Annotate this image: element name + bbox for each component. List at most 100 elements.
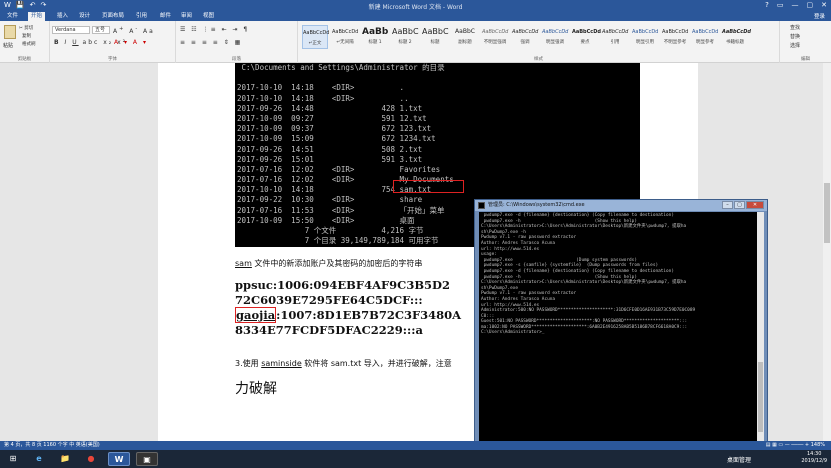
paragraph-sam-description: sam 文件中的新添加账户及其密码的加密后的字符串: [235, 258, 422, 269]
chrome-icon[interactable]: ●: [82, 452, 100, 466]
font-name-field[interactable]: Verdana: [52, 26, 90, 34]
cmd-listing-line: 2017-07-16 12:02 <DIR> Favorites: [237, 164, 441, 174]
step3-suffix: 软件将 sam.txt 导入，并进行破解，注意: [301, 359, 452, 368]
gaojia-hash-rest: :1007:8D1EB7B72C3F3480A: [276, 308, 462, 322]
styles-group-label: 样式: [534, 57, 543, 62]
tab-insert[interactable]: 插入: [54, 12, 71, 21]
tab-layout[interactable]: 页面布局: [99, 12, 127, 21]
style-intense-reference[interactable]: AaBbCcDd 明显参考: [692, 25, 718, 49]
style-book-title[interactable]: AaBbCcDd 书籍标题: [722, 25, 751, 49]
hash-line-2: 72C6039E7295FE64C5DCF:::: [235, 293, 423, 307]
saminside-link: saminside: [261, 359, 302, 368]
cmd-listing-line: 2017-10-09 09:27 591 12.txt: [237, 113, 427, 123]
font-size-buttons[interactable]: A+ A- Aa: [113, 26, 155, 35]
cmd-listing-line: 2017-09-26 14:48 428 1.txt: [237, 103, 423, 113]
style-emphasis[interactable]: AaBbCcDd 强调: [512, 25, 538, 49]
ie-icon[interactable]: e: [30, 452, 48, 466]
styles-group: AaBbCcDd ↵正文 AaBbCcDd ↵无间隔 AaBb 标题 1 AaBbC 标…: [298, 21, 780, 63]
font-size-field[interactable]: 五号: [92, 26, 110, 34]
start-button[interactable]: ⊞: [4, 452, 22, 466]
word-taskbar-icon[interactable]: W: [108, 452, 130, 466]
style-subtle-reference[interactable]: AaBbCcDd 不明显参考: [662, 25, 688, 49]
list-buttons[interactable]: ☰ ☷ ⋮≡ ⇤ ⇥ ¶: [180, 26, 249, 33]
style-title[interactable]: AaBbC 标题: [422, 25, 449, 49]
cut-button[interactable]: ✂ 剪切: [19, 25, 33, 31]
hash-block: ppsuc:1006:094EBF4AF9C3B5D2 72C6039E7295…: [235, 278, 461, 338]
zoom-controls[interactable]: ▤ ▦ ▭ — ──── + 148%: [766, 441, 825, 450]
maximize-button[interactable]: ▢: [807, 1, 814, 9]
help-button[interactable]: ?: [765, 1, 769, 9]
cmd-output-line: C:\Users\Administrator>_: [481, 330, 545, 336]
tab-view[interactable]: 视图: [200, 12, 217, 21]
window-title: 新建 Microsoft Word 文档 - Word: [368, 4, 463, 11]
style-normal[interactable]: AaBbCcDd ↵正文: [302, 25, 329, 49]
cmd-listing-line: 2017-09-26 14:51 508 2.txt: [237, 144, 423, 154]
tab-references[interactable]: 引用: [133, 12, 150, 21]
cmd-minimize-button[interactable]: –: [722, 201, 733, 209]
close-button[interactable]: ✕: [821, 1, 827, 9]
style-intense-quote[interactable]: AaBbCcDd 明显引用: [632, 25, 658, 49]
hash-line-1: ppsuc:1006:094EBF4AF9C3B5D2: [235, 278, 451, 292]
cmd-maximize-button[interactable]: ▢: [734, 201, 745, 209]
cmd-window-controls: – ▢ ✕: [722, 201, 764, 209]
font-group-label: 字体: [108, 57, 117, 62]
minimize-button[interactable]: —: [792, 1, 799, 9]
find-button[interactable]: 查找: [790, 24, 800, 31]
cmd-output[interactable]: pwdump7.exe -d {filename} {destionation}…: [479, 212, 757, 441]
tab-file[interactable]: 文件: [4, 12, 22, 21]
clock[interactable]: 14:30 2019/12/9: [801, 451, 827, 465]
select-button[interactable]: 选择: [790, 42, 800, 49]
tab-design[interactable]: 设计: [76, 12, 93, 21]
style-heading1[interactable]: AaBb 标题 1: [362, 25, 388, 49]
clipboard-group-label: 剪贴板: [17, 57, 32, 62]
paragraph-group: ☰ ☷ ⋮≡ ⇤ ⇥ ¶ ≡ ≡ ≡ ≡ ⇕ ▦ 段落: [176, 21, 298, 63]
replace-button[interactable]: 替换: [790, 33, 800, 40]
sam-word: sam: [235, 259, 252, 268]
tab-mailings[interactable]: 邮件: [157, 12, 174, 21]
cmd-scrollbar-thumb[interactable]: [758, 362, 763, 432]
window-controls: ? ▭ — ▢ ✕: [765, 1, 827, 9]
gaojia-highlight: gaojia: [235, 307, 277, 323]
word-window: W 💾 ↶ ↷ 新建 Microsoft Word 文档 - Word ? ▭ …: [0, 0, 831, 468]
tab-review[interactable]: 审阅: [178, 12, 195, 21]
clock-time: 14:30: [806, 451, 822, 457]
cmd-listing-line: 2017-10-09 15:09 672 1234.txt: [237, 134, 436, 144]
paste-icon[interactable]: [4, 25, 16, 39]
style-quote[interactable]: AaBbCcDd 引用: [602, 25, 628, 49]
cmd-window[interactable]: 管理员: C:\Windows\system32\cmd.exe – ▢ ✕ p…: [474, 199, 768, 445]
ribbon: 粘贴 ✂ 剪切 复制 格式刷 剪贴板 Verdana 五号 A+ A- Aa B…: [0, 21, 831, 63]
align-buttons[interactable]: ≡ ≡ ≡ ≡ ⇕ ▦: [180, 39, 242, 46]
style-no-spacing[interactable]: AaBbCcDd ↵无间隔: [332, 25, 358, 49]
cmd-listing-line: 2017-10-09 09:37 672 123.txt: [237, 124, 432, 134]
paste-button[interactable]: 粘贴: [3, 42, 13, 49]
format-painter-button[interactable]: 格式刷: [22, 41, 36, 47]
copy-button[interactable]: 复制: [22, 33, 31, 39]
style-intense-emphasis[interactable]: AaBbCcDd 明显强调: [542, 25, 568, 49]
cmd-close-button[interactable]: ✕: [746, 201, 764, 209]
step3-prefix: 3.使用: [235, 359, 262, 368]
editing-group: 查找 替换 选择 编辑: [780, 21, 831, 63]
cmd-icon: [478, 202, 485, 209]
status-bar: 第 4 页，共 8 页 1160 个字 中 英语(美国) ▤ ▦ ▭ — ───…: [0, 441, 831, 450]
hash-line-3: gaojia:1007:8D1EB7B72C3F3480A: [235, 307, 462, 323]
cmd-listing-line: 2017-10-10 14:18 <DIR> ..: [237, 93, 409, 103]
paragraph-group-label: 段落: [232, 57, 241, 62]
explorer-icon[interactable]: 📁: [56, 452, 74, 466]
style-heading2[interactable]: AaBbC 标题 2: [392, 25, 419, 49]
cmd-taskbar-icon[interactable]: ▣: [136, 452, 158, 466]
vertical-scrollbar[interactable]: [823, 63, 831, 441]
cmd-scrollbar[interactable]: [757, 212, 764, 441]
font-color-icon[interactable]: A ▾ A ▾: [114, 39, 148, 46]
style-strong[interactable]: AaBbCcDd 要点: [572, 25, 601, 49]
ribbon-options-button[interactable]: ▭: [777, 1, 784, 9]
scrollbar-thumb[interactable]: [824, 183, 830, 243]
style-subtle-emphasis[interactable]: AaBbCcDd 不明显强调: [482, 25, 508, 49]
login-link[interactable]: 登录: [814, 12, 825, 20]
tab-home[interactable]: 开始: [28, 12, 46, 21]
desktop-manager-label[interactable]: 桌面管理: [727, 455, 751, 464]
cmd-listing-line: C:\Documents and Settings\Administrator …: [237, 63, 445, 72]
hash-line-4: 8334E77FCDF5DFAC2229:::a: [235, 323, 423, 337]
taskbar: ⊞ e 📁 ● W ▣ 桌面管理 14:30 2019/12/9: [0, 450, 831, 468]
font-group: Verdana 五号 A+ A- Aa B I U abc x₂ x² A ▾ …: [50, 21, 176, 63]
style-subtitle[interactable]: AaBbC 副标题: [452, 25, 478, 49]
